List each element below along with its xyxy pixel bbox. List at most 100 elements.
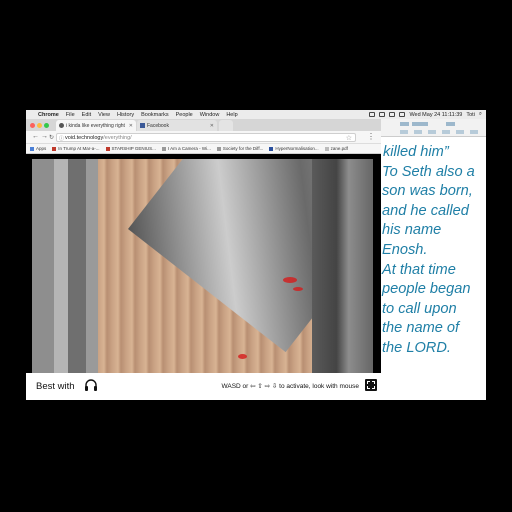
menu-help[interactable]: Help: [226, 112, 237, 118]
menu-bookmarks[interactable]: Bookmarks: [141, 112, 169, 118]
doc-line: To Seth also a: [382, 163, 475, 180]
minimize-window-button[interactable]: [37, 122, 42, 128]
wikipedia-icon: [161, 146, 166, 151]
desktop: Chrome File Edit View History Bookmarks …: [26, 110, 486, 400]
menu-file[interactable]: File: [66, 112, 75, 118]
doc-line: At that time: [382, 261, 456, 278]
bookmark-item[interactable]: zane.pdf: [324, 146, 348, 151]
url-path: /everything/: [103, 135, 132, 141]
fullscreen-button[interactable]: [365, 379, 377, 391]
menu-history[interactable]: History: [117, 112, 134, 118]
tab-facebook[interactable]: Facebook ✕: [137, 120, 217, 131]
bookmark-label: STARSHIP GENIUS...: [111, 146, 156, 151]
document-text: killed him” To Seth also a son was born,…: [380, 143, 486, 359]
headphones-icon: [85, 379, 97, 391]
dropbox-icon[interactable]: [369, 112, 376, 117]
background-stripe: [68, 159, 86, 373]
doc-line: killed him”: [383, 144, 449, 160]
close-window-button[interactable]: [30, 122, 35, 128]
bookmarks-bar: Apps In Trump At Mar-a-... STARSHIP GENI…: [26, 144, 381, 154]
status-area: Wed May 24 11:11:39 Toti ⌕: [369, 110, 482, 119]
doc-line: the LORD.: [382, 339, 451, 356]
page-info-icon[interactable]: ⓘ: [59, 135, 64, 142]
search-icon[interactable]: ⌕: [479, 111, 482, 118]
forward-icon[interactable]: →: [41, 133, 48, 140]
menu-view[interactable]: View: [98, 112, 110, 118]
reload-icon[interactable]: ↻: [49, 134, 54, 141]
battery-icon[interactable]: [399, 112, 406, 117]
3d-viewport[interactable]: [32, 159, 373, 373]
close-tab-icon[interactable]: ✕: [210, 123, 214, 129]
bookmark-label: zane.pdf: [330, 146, 348, 151]
toolbar-icon[interactable]: [412, 122, 428, 126]
chrome-menu-icon[interactable]: ⋮: [367, 132, 375, 141]
bookmark-favicon-icon: [105, 146, 110, 151]
bookmark-apps[interactable]: Apps: [30, 146, 46, 151]
bookmark-star-icon[interactable]: ☆: [346, 134, 352, 142]
background-stripe: [86, 159, 98, 373]
menu-edit[interactable]: Edit: [82, 112, 91, 118]
doc-line: Enosh.: [382, 241, 428, 258]
bookmark-item[interactable]: Society for the Diff...: [216, 146, 264, 151]
glass-floor: [128, 159, 312, 353]
menu-app-name[interactable]: Chrome: [38, 112, 59, 118]
bookmark-favicon-icon: [52, 146, 57, 151]
doc-line: and he called: [382, 202, 469, 219]
url-host: void.technology: [65, 135, 104, 141]
tab-title: Facebook: [147, 123, 169, 129]
red-splash: [293, 287, 303, 291]
bookmark-item[interactable]: In Trump At Mar-a-...: [52, 146, 100, 151]
doc-line: son was born,: [382, 183, 473, 200]
toolbar-button[interactable]: [414, 130, 422, 134]
tab-favicon-icon: [59, 123, 64, 128]
back-icon[interactable]: ←: [32, 133, 39, 140]
background-stripe: [32, 159, 54, 373]
menu-clock[interactable]: Wed May 24 11:11:39: [409, 112, 462, 118]
bookmark-item[interactable]: I Am a Camera - Wi...: [161, 146, 211, 151]
tab-active[interactable]: i kinda like everything right ✕: [56, 120, 136, 131]
doc-line: people began: [382, 281, 471, 298]
file-icon: [324, 146, 329, 151]
screen-letterbox: Chrome File Edit View History Bookmarks …: [0, 0, 512, 512]
volume-icon[interactable]: [389, 112, 396, 117]
red-splash: [238, 354, 247, 359]
wikipedia-icon: [216, 146, 221, 151]
menu-bar: Chrome File Edit View History Bookmarks …: [26, 110, 486, 119]
bookmark-item[interactable]: HyperNormalisation...: [269, 146, 319, 151]
menu-user[interactable]: Toti: [466, 112, 475, 118]
browser-window: i kinda like everything right ✕ Facebook…: [26, 119, 381, 400]
controls-hint: WASD or ⇦ ⇧ ⇨ ⇩ to activate, look with m…: [221, 383, 359, 390]
doc-line: to call upon: [382, 300, 457, 317]
best-with-label: Best with: [36, 381, 75, 392]
bookmark-item[interactable]: STARSHIP GENIUS...: [105, 146, 156, 151]
menu-people[interactable]: People: [176, 112, 193, 118]
menu-window[interactable]: Window: [200, 112, 220, 118]
background-stripe: [312, 159, 373, 373]
controls-bar: Best with WASD or ⇦ ⇧ ⇨ ⇩ to activate, l…: [26, 373, 381, 400]
toolbar-button[interactable]: [428, 130, 436, 134]
red-splash: [283, 277, 297, 283]
facebook-favicon-icon: [140, 123, 145, 128]
apps-grid-icon: [30, 146, 34, 151]
new-tab-button[interactable]: [219, 120, 233, 131]
tab-bar: i kinda like everything right ✕ Facebook…: [26, 119, 381, 131]
wifi-icon[interactable]: [379, 112, 386, 117]
bookmark-label: HyperNormalisation...: [275, 146, 319, 151]
toolbar-button[interactable]: [470, 130, 478, 134]
doc-line: the name of: [382, 320, 460, 337]
background-stripe: [54, 159, 68, 373]
toolbar-button[interactable]: [456, 130, 464, 134]
toolbar-icon[interactable]: [446, 122, 455, 126]
bookmark-label: Society for the Diff...: [222, 146, 264, 151]
toolbar-button[interactable]: [442, 130, 450, 134]
tab-title: i kinda like everything right: [66, 123, 125, 129]
page-content: Best with WASD or ⇦ ⇧ ⇨ ⇩ to activate, l…: [26, 154, 381, 400]
toolbar-button[interactable]: [400, 130, 408, 134]
toolbar-icon[interactable]: [400, 122, 409, 126]
bookmark-label: Apps: [36, 146, 47, 151]
zoom-window-button[interactable]: [44, 122, 49, 128]
address-bar[interactable]: ⓘ void.technology/everything/ ☆: [56, 133, 356, 142]
close-tab-icon[interactable]: ✕: [129, 123, 133, 129]
expand-icon: [367, 381, 375, 389]
bookmark-label: I Am a Camera - Wi...: [167, 146, 211, 151]
